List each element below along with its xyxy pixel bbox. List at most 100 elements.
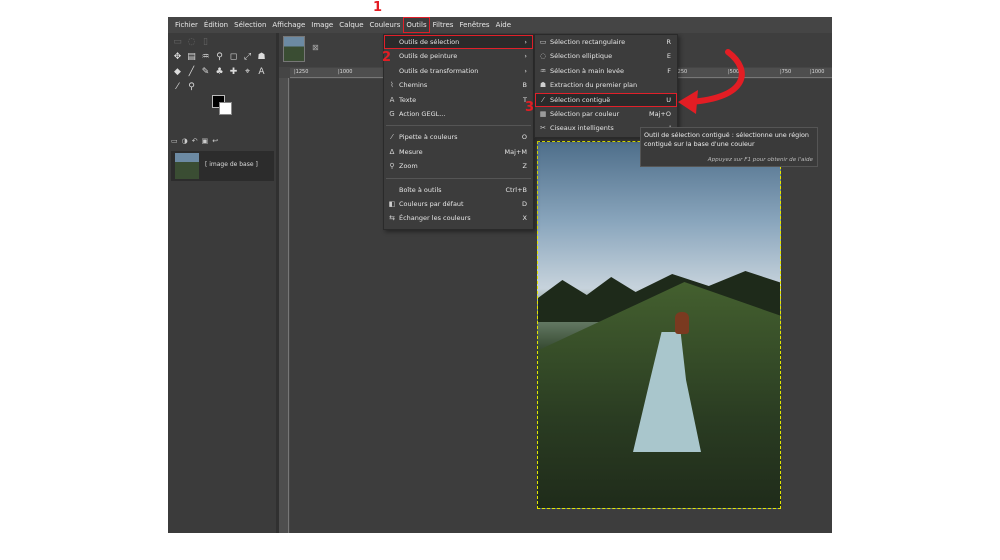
menu-item-shortcut: Ctrl+B xyxy=(505,185,527,194)
menu-item-shortcut: U xyxy=(666,95,671,104)
menu-item-shortcut: O xyxy=(521,133,527,142)
crop-tool-icon[interactable]: ◻ xyxy=(228,52,239,63)
move-tool-icon[interactable]: ✥ xyxy=(172,52,183,63)
menu-item-paint-tools[interactable]: Outils de peinture › xyxy=(384,49,533,63)
airbrush-tool-icon[interactable]: ✎ xyxy=(200,67,211,78)
menu-item-label: Outils de transformation xyxy=(399,66,479,75)
menu-item-label: Boîte à outils xyxy=(399,185,442,194)
history-tab-icon[interactable]: ▣ xyxy=(202,137,209,149)
undo-tab-icon[interactable]: ↩ xyxy=(212,137,218,149)
image-tab-thumbnail[interactable] xyxy=(283,36,305,62)
layers-tab-icon[interactable]: ▭ xyxy=(171,137,178,149)
gegl-icon: G xyxy=(389,109,395,118)
menu-edition[interactable]: Édition xyxy=(201,17,231,33)
menu-item-label: Mesure xyxy=(399,147,423,156)
tooltip: Outil de sélection contiguë : sélectionn… xyxy=(640,127,818,167)
image-canvas[interactable] xyxy=(537,141,781,509)
chevron-right-icon: › xyxy=(524,52,527,61)
bucket-tool-icon[interactable]: ◆ xyxy=(172,67,183,78)
text-icon: A xyxy=(389,95,395,104)
text-tool-icon[interactable]: A xyxy=(256,67,267,78)
menu-fichier[interactable]: Fichier xyxy=(172,17,201,33)
menu-item-text[interactable]: A Texte T xyxy=(384,93,533,107)
menu-item-paths[interactable]: ⌇ Chemins B xyxy=(384,78,533,92)
color-select-icon: ▦ xyxy=(539,109,547,118)
menu-item-toolbox[interactable]: Boîte à outils Ctrl+B xyxy=(384,183,533,197)
menu-item-label: Sélection à main levée xyxy=(550,66,625,75)
menu-item-eyedropper[interactable]: ⁄ Pipette à couleurs O xyxy=(384,130,533,144)
warp-tool-icon[interactable]: ☗ xyxy=(256,52,267,63)
menu-item-shortcut: Z xyxy=(522,162,527,171)
path-tool-icon[interactable]: ⌖ xyxy=(242,67,253,78)
selection-tools-submenu: ▭ Sélection rectangulaire R ◌ Sélection ell… xyxy=(534,34,678,138)
menu-outils[interactable]: Outils xyxy=(403,17,430,33)
layer-row[interactable]: [ image de base ] xyxy=(171,151,274,181)
zoom-tool-icon[interactable]: ⚲ xyxy=(186,82,197,93)
transform-tool-icon[interactable]: ⤢ xyxy=(242,52,253,63)
heal-tool-icon[interactable]: ✚ xyxy=(228,67,239,78)
clone-tool-icon[interactable]: ♣ xyxy=(214,67,225,78)
channels-tab-icon[interactable]: ◑ xyxy=(182,137,188,149)
menu-item-label: Couleurs par défaut xyxy=(399,199,464,208)
menu-aide[interactable]: Aide xyxy=(493,17,514,33)
menu-item-shortcut: Maj+M xyxy=(504,147,527,156)
tooltip-help: Appuyez sur F1 pour obtenir de l'aide xyxy=(707,157,813,163)
lasso-icon: ♒ xyxy=(539,66,547,75)
menu-calque[interactable]: Calque xyxy=(336,17,366,33)
menu-item-label: Outils de peinture xyxy=(399,52,458,61)
photo-hair xyxy=(675,312,689,334)
menu-item-shortcut: F xyxy=(667,66,671,75)
tooltip-text: Outil de sélection contiguë : sélectionn… xyxy=(644,131,809,148)
menu-item-label: Chemins xyxy=(399,81,428,90)
menu-item-gegl[interactable]: G Action GEGL... xyxy=(384,107,533,121)
close-icon[interactable]: ⊠ xyxy=(312,43,319,52)
menu-filtres[interactable]: Filtres xyxy=(430,17,457,33)
picker-tool-icon[interactable]: ⁄ xyxy=(172,82,183,93)
menu-item-default-colors[interactable]: ◧ Couleurs par défaut D xyxy=(384,197,533,211)
menu-item-color-select[interactable]: ▦ Sélection par couleur Maj+O xyxy=(535,107,677,121)
default-colors-icon: ◧ xyxy=(388,199,396,208)
background-color-swatch[interactable] xyxy=(219,102,232,115)
menu-item-swap-colors[interactable]: ⇆ Échanger les couleurs X xyxy=(384,211,533,225)
menu-image[interactable]: Image xyxy=(308,17,336,33)
menu-item-rect-select[interactable]: ▭ Sélection rectangulaire R xyxy=(535,35,677,49)
menu-item-label: Action GEGL... xyxy=(399,109,446,118)
tool-slot-icon[interactable]: ▭ xyxy=(172,37,183,48)
menu-item-free-select[interactable]: ♒ Sélection à main levée F xyxy=(535,64,677,78)
chevron-right-icon: › xyxy=(524,66,527,75)
menu-item-zoom[interactable]: ⚲ Zoom Z xyxy=(384,159,533,173)
eyedropper-icon: ⁄ xyxy=(391,133,393,142)
swap-colors-icon: ⇆ xyxy=(389,214,395,223)
tools-menu: Outils de sélection › Outils de peinture ›… xyxy=(383,34,534,230)
menu-item-selection-tools[interactable]: Outils de sélection › xyxy=(384,35,533,50)
menu-item-label: Outils de sélection xyxy=(399,38,460,46)
paths-tab-icon[interactable]: ↶ xyxy=(192,137,198,149)
tool-slot-icon[interactable]: ▯ xyxy=(200,37,211,48)
lasso-tool-icon[interactable]: ♒ xyxy=(200,52,211,63)
layer-thumbnail xyxy=(175,153,199,179)
menu-item-foreground-select[interactable]: ☗ Extraction du premier plan xyxy=(535,78,677,92)
menu-item-shortcut: D xyxy=(521,199,527,208)
menu-item-label: Sélection rectangulaire xyxy=(550,38,626,46)
ruler-label: |500 xyxy=(728,69,740,75)
zoom-icon: ⚲ xyxy=(389,162,395,171)
tool-slot-icon[interactable]: ◌ xyxy=(186,37,197,48)
step-marker-2: 2 xyxy=(382,50,392,65)
menu-item-fuzzy-select[interactable]: ⁄ Sélection contiguë U xyxy=(535,92,677,107)
menu-item-label: Extraction du premier plan xyxy=(550,81,638,90)
foreground-select-icon: ☗ xyxy=(539,81,547,90)
menu-item-label: Texte xyxy=(399,95,417,104)
menu-item-measure[interactable]: ∆ Mesure Maj+M xyxy=(384,145,533,159)
align-tool-icon[interactable]: ▤ xyxy=(186,52,197,63)
menu-item-label: Pipette à couleurs xyxy=(399,133,458,142)
menu-affichage[interactable]: Affichage xyxy=(269,17,308,33)
menu-selection[interactable]: Sélection xyxy=(231,17,269,33)
menu-item-transform-tools[interactable]: Outils de transformation › xyxy=(384,64,533,78)
menu-item-shortcut: R xyxy=(666,38,671,46)
menu-fenetres[interactable]: Fenêtres xyxy=(456,17,492,33)
photo-woman xyxy=(633,312,701,452)
pencil-tool-icon[interactable]: ╱ xyxy=(186,67,197,78)
fuzzy-tool-icon[interactable]: ⚲ xyxy=(214,52,225,63)
menu-couleurs[interactable]: Couleurs xyxy=(367,17,404,33)
menu-item-ellipse-select[interactable]: ◌ Sélection elliptique E xyxy=(535,49,677,63)
